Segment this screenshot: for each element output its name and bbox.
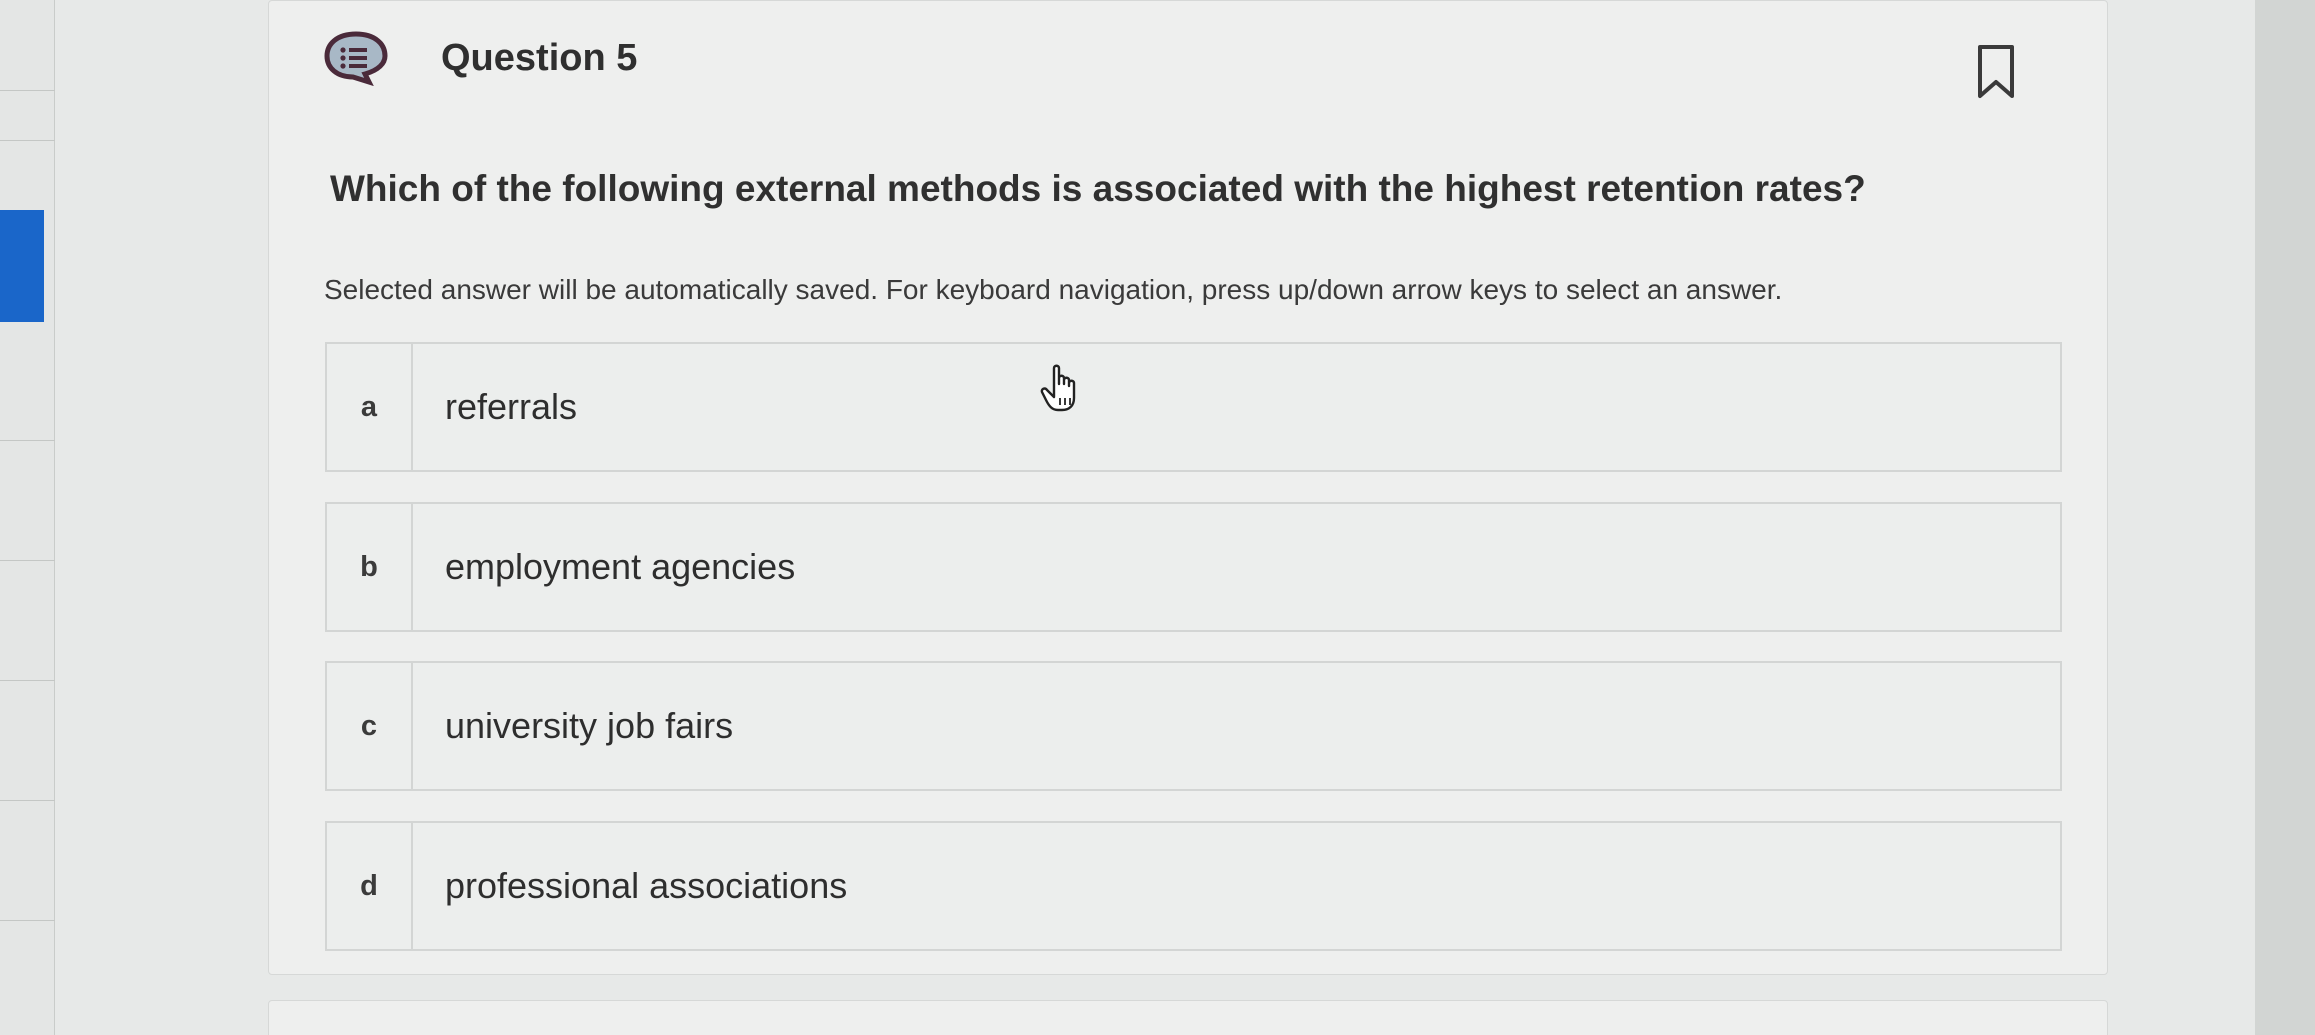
rail-divider — [0, 140, 55, 141]
option-letter: d — [327, 823, 413, 949]
active-rail-indicator[interactable] — [0, 210, 44, 322]
question-header: Question 5 — [323, 30, 638, 87]
bookmark-icon[interactable] — [1976, 44, 2016, 100]
rail-divider — [0, 680, 55, 681]
rail-divider — [0, 440, 55, 441]
answer-option-b[interactable]: b employment agencies — [325, 502, 2062, 632]
rail-divider — [0, 920, 55, 921]
option-text: university job fairs — [445, 705, 734, 746]
question-title: Question 5 — [441, 36, 638, 79]
option-letter: b — [327, 504, 413, 630]
option-letter: c — [327, 663, 413, 789]
hand-pointer-icon — [1040, 364, 1084, 414]
rail-divider — [0, 90, 55, 91]
answer-option-c[interactable]: c university job fairs — [325, 661, 2062, 791]
rail-divider — [0, 800, 55, 801]
option-letter: a — [327, 344, 413, 470]
answer-option-d[interactable]: d professional associations — [325, 821, 2062, 951]
question-prompt: Which of the following external methods … — [330, 168, 1866, 209]
answer-option-a[interactable]: a referrals — [325, 342, 2062, 472]
option-text: referrals — [445, 386, 578, 427]
option-text: employment agencies — [445, 546, 796, 587]
rail-divider — [0, 560, 55, 561]
option-text: professional associations — [445, 865, 848, 906]
right-edge — [2255, 0, 2315, 1035]
answer-instructions: Selected answer will be automatically sa… — [324, 274, 1783, 305]
left-rail — [0, 0, 55, 1035]
next-question-card — [268, 1000, 2108, 1035]
question-list-bubble-icon — [323, 30, 389, 87]
